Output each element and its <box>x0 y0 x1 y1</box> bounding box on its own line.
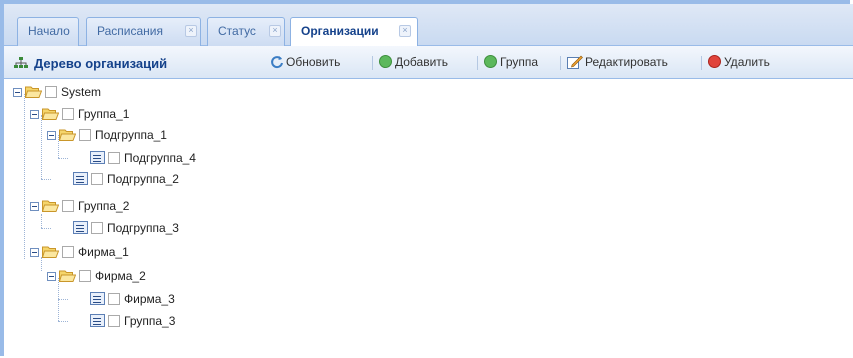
node-checkbox[interactable] <box>108 293 120 305</box>
node-checkbox[interactable] <box>91 222 103 234</box>
leaf-node-icon <box>73 221 88 234</box>
add-group-icon <box>484 55 497 68</box>
tree-line <box>58 158 68 159</box>
close-icon[interactable]: × <box>185 25 197 37</box>
edit-icon <box>567 55 583 69</box>
tree-node-subgroup-1[interactable]: Подгруппа_1 <box>47 125 167 145</box>
close-icon[interactable]: × <box>269 25 281 37</box>
close-icon[interactable]: × <box>399 25 411 37</box>
tree-line <box>24 94 25 259</box>
delete-label: Удалить <box>724 55 770 69</box>
add-label: Добавить <box>395 55 449 69</box>
node-label: Подгруппа_1 <box>95 128 167 142</box>
collapse-icon[interactable] <box>30 110 39 119</box>
add-icon <box>379 55 392 68</box>
tab-label: Расписания <box>97 24 163 38</box>
tab-label: Организации <box>301 24 379 38</box>
panel-title-text: Дерево организаций <box>34 56 168 71</box>
node-checkbox[interactable] <box>108 152 120 164</box>
collapse-icon[interactable] <box>13 88 22 97</box>
folder-open-icon <box>59 129 76 141</box>
refresh-icon <box>271 56 283 69</box>
node-checkbox[interactable] <box>62 108 74 120</box>
tree-node-subgroup-2[interactable]: Подгруппа_2 <box>73 169 179 189</box>
add-group-button[interactable]: Группа <box>484 55 538 69</box>
edit-button[interactable]: Редактировать <box>567 55 668 69</box>
collapse-icon[interactable] <box>30 248 39 257</box>
tree-node-subgroup-4[interactable]: Подгруппа_4 <box>90 148 196 168</box>
refresh-label: Обновить <box>286 55 341 69</box>
tab-bar: Начало Расписания × Статус × Организации… <box>4 4 853 47</box>
node-label: Группа_3 <box>124 314 176 328</box>
tab-label: Статус <box>218 24 256 38</box>
tree-line <box>41 115 42 179</box>
tree-line <box>58 299 68 300</box>
tab-organizations[interactable]: Организации × <box>290 17 418 47</box>
toolbar-separator <box>701 56 702 70</box>
tree-node-subgroup-3[interactable]: Подгруппа_3 <box>73 218 179 238</box>
tree-node-group-2[interactable]: Группа_2 <box>30 196 129 216</box>
node-checkbox[interactable] <box>62 246 74 258</box>
leaf-node-icon <box>90 314 105 327</box>
group-label: Группа <box>500 55 539 69</box>
folder-open-icon <box>42 108 59 120</box>
node-label: Подгруппа_4 <box>124 151 196 165</box>
node-label: Подгруппа_2 <box>107 172 179 186</box>
tree-line <box>41 228 51 229</box>
node-label: Фирма_2 <box>95 269 146 283</box>
node-label: Группа_2 <box>78 199 130 213</box>
tab-status[interactable]: Статус × <box>207 17 285 46</box>
node-checkbox[interactable] <box>79 270 91 282</box>
node-checkbox[interactable] <box>108 315 120 327</box>
leaf-node-icon <box>73 172 88 185</box>
refresh-button[interactable]: Обновить <box>270 55 340 69</box>
tab-label: Начало <box>28 24 70 38</box>
collapse-icon[interactable] <box>30 202 39 211</box>
toolbar-separator <box>560 56 561 70</box>
folder-open-icon <box>25 86 42 98</box>
folder-open-icon <box>59 270 76 282</box>
tree-node-firm-3[interactable]: Фирма_3 <box>90 289 175 309</box>
collapse-icon[interactable] <box>47 131 56 140</box>
toolbar-separator <box>372 56 373 70</box>
tree-node-group-1[interactable]: Группа_1 <box>30 104 129 124</box>
tree-line <box>58 321 68 322</box>
node-label: System <box>61 85 102 99</box>
node-label: Фирма_3 <box>124 292 175 306</box>
node-checkbox[interactable] <box>45 86 57 98</box>
leaf-node-icon <box>90 292 105 305</box>
tree-node-group-3[interactable]: Группа_3 <box>90 311 175 331</box>
panel-toolbar: Дерево организаций Обновить Добавить Гру… <box>4 46 853 79</box>
tree-line <box>41 214 42 228</box>
panel-title: Дерево организаций <box>14 56 167 71</box>
org-tree: System Группа_1 Подгруппа_1 Подгруппа_4 … <box>4 79 853 356</box>
leaf-node-icon <box>90 151 105 164</box>
collapse-icon[interactable] <box>47 272 56 281</box>
add-button[interactable]: Добавить <box>379 55 448 69</box>
node-checkbox[interactable] <box>91 173 103 185</box>
tree-line <box>41 179 51 180</box>
node-label: Группа_1 <box>78 107 130 121</box>
delete-button[interactable]: Удалить <box>708 55 770 69</box>
tab-home[interactable]: Начало <box>17 17 79 46</box>
toolbar-separator <box>477 56 478 70</box>
tree-node-firm-2[interactable]: Фирма_2 <box>47 266 146 286</box>
tree-node-firm-1[interactable]: Фирма_1 <box>30 242 129 262</box>
folder-open-icon <box>42 246 59 258</box>
node-checkbox[interactable] <box>79 129 91 141</box>
tree-node-system[interactable]: System <box>13 82 101 102</box>
tab-schedules[interactable]: Расписания × <box>86 17 201 46</box>
edit-label: Редактировать <box>585 55 668 69</box>
node-label: Фирма_1 <box>78 245 129 259</box>
org-tree-icon <box>14 57 28 68</box>
folder-open-icon <box>42 200 59 212</box>
node-label: Подгруппа_3 <box>107 221 179 235</box>
node-checkbox[interactable] <box>62 200 74 212</box>
delete-icon <box>708 55 721 68</box>
